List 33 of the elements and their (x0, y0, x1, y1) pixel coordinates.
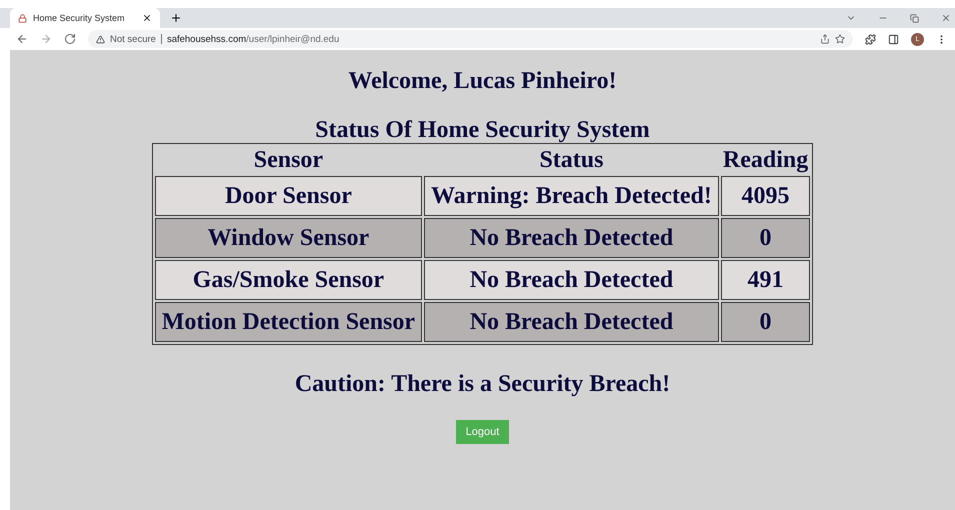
star-icon[interactable] (835, 34, 845, 44)
extensions-icon[interactable] (865, 34, 876, 44)
table-cell: Motion Detection Sensor (154, 302, 422, 342)
caution-message: Caution: There is a Security Breach! (294, 371, 670, 398)
table-title: Status Of Home Security System (315, 117, 650, 143)
table-cell: Gas/Smoke Sensor (154, 260, 422, 300)
warning-icon (96, 34, 105, 44)
share-icon[interactable] (820, 34, 830, 44)
table-cell: Door Sensor (154, 176, 422, 216)
column-header: Status (538, 146, 604, 174)
site-icon (18, 14, 27, 22)
column-header: Reading (722, 146, 810, 174)
browser-tab[interactable]: Home Security System (10, 8, 160, 28)
reload-icon[interactable] (64, 33, 76, 45)
back-icon[interactable] (16, 33, 28, 45)
column-header: Sensor (252, 146, 324, 174)
table-cell: No Breach Detected (424, 218, 719, 258)
restore-icon[interactable] (910, 14, 919, 22)
side-panel-icon[interactable] (888, 34, 899, 44)
address-bar[interactable]: Not secure safehousehss.com/user/lpinheir@nd.edu (88, 30, 853, 48)
welcome-heading: Welcome, Lucas Pinheiro! (348, 68, 617, 95)
table-cell: Warning: Breach Detected! (424, 176, 719, 216)
table-cell: 491 (720, 260, 810, 300)
table-cell: 4095 (720, 176, 810, 216)
close-icon[interactable] (142, 13, 152, 23)
new-tab-icon[interactable] (170, 12, 182, 24)
table-cell: 0 (720, 218, 810, 258)
table-cell: Window Sensor (154, 218, 422, 258)
table-cell: No Breach Detected (424, 260, 719, 300)
url-text: safehousehss.com/user/lpinheir@nd.edu (166, 34, 340, 44)
table-cell: No Breach Detected (424, 302, 719, 342)
security-label: Not secure (110, 34, 156, 44)
table-cell: 0 (720, 302, 810, 342)
